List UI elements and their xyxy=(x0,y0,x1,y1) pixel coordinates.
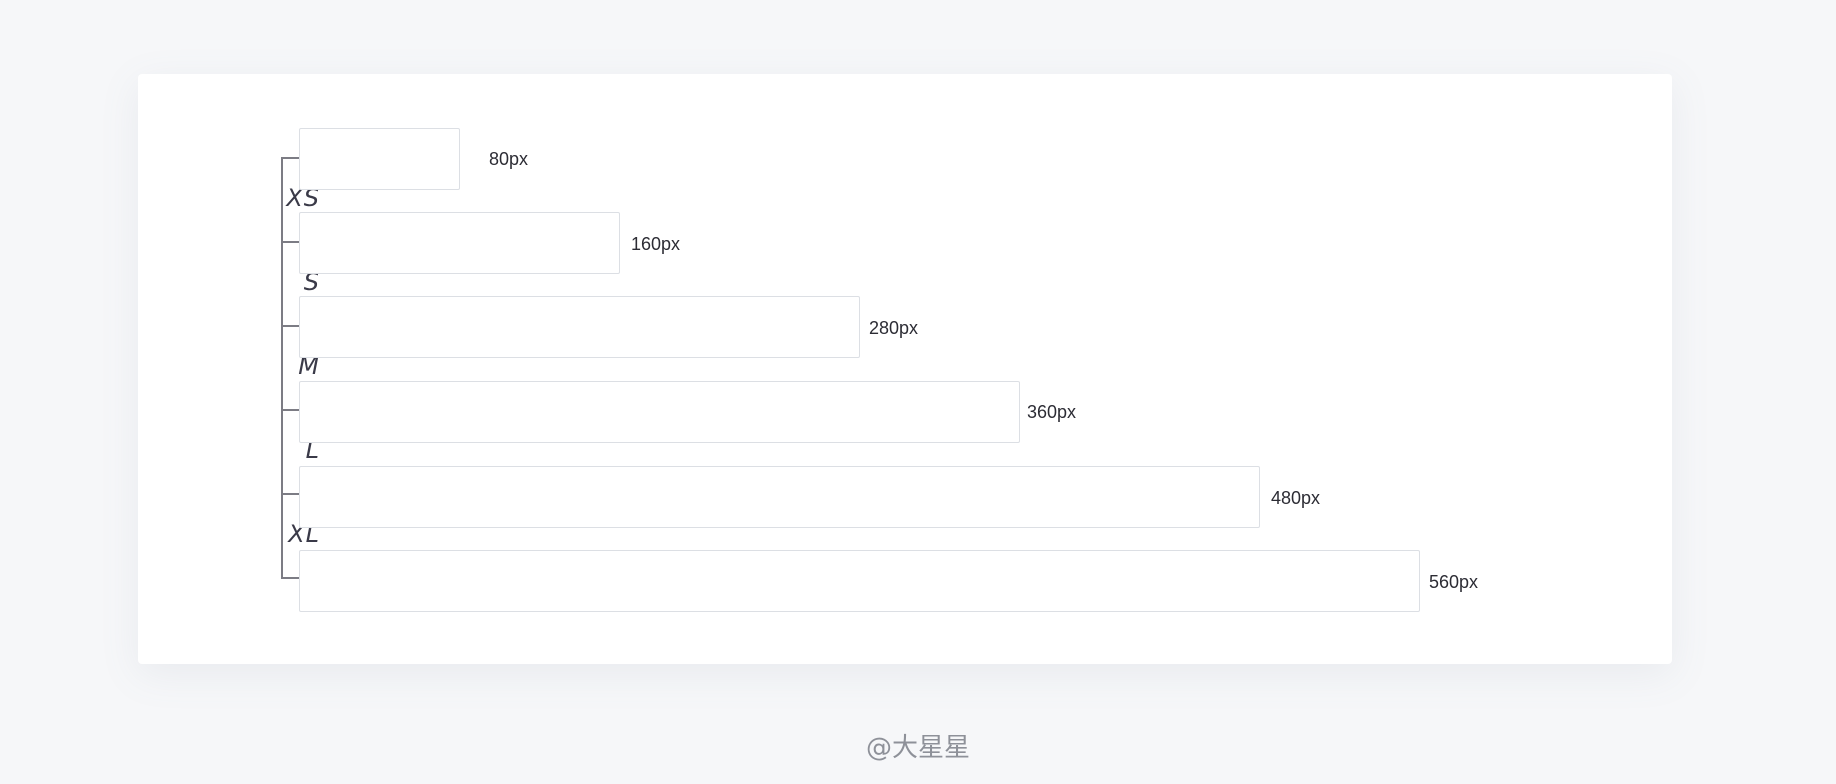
field-box-280 xyxy=(299,296,860,358)
field-box-360 xyxy=(299,381,1020,443)
bracket-tick xyxy=(281,409,299,411)
field-box-560 xyxy=(299,550,1420,612)
width-label-160: 160px xyxy=(631,234,681,254)
width-label-480: 480px xyxy=(1271,488,1321,508)
field-box-160 xyxy=(299,212,620,274)
bracket-spine xyxy=(281,157,283,579)
width-label-80: 80px xyxy=(489,149,529,169)
bracket-tick xyxy=(281,493,299,495)
bracket-tick xyxy=(281,157,299,159)
field-box-80 xyxy=(299,128,460,190)
bracket-tick xyxy=(281,325,299,327)
watermark-text: @大星星 xyxy=(865,733,970,763)
field-box-480 xyxy=(299,466,1260,528)
width-label-560: 560px xyxy=(1429,572,1479,592)
bracket-tick xyxy=(281,241,299,243)
width-label-360: 360px xyxy=(1027,402,1077,422)
diagram-card: XS S M L XL 80px 160px 280px 360px 480px… xyxy=(138,74,1672,664)
width-label-280: 280px xyxy=(869,318,919,338)
bracket-tick xyxy=(281,577,299,579)
